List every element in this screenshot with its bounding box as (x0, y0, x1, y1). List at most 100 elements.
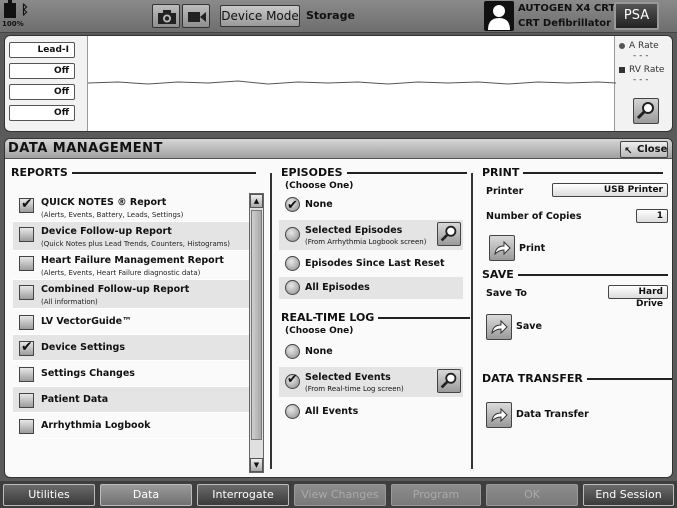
camera-icon (158, 10, 176, 24)
report-item-label: Arrhythmia Logbook (41, 420, 151, 431)
column-divider (471, 173, 473, 469)
reports-scrollbar[interactable]: ▲ ▼ (249, 193, 264, 473)
data-management-panel: DATA MANAGEMENT ↖ Close REPORTS QUICK NO… (4, 138, 673, 478)
report-item-label: Device Settings (41, 342, 126, 353)
device-mode-button[interactable]: Device Mode (220, 5, 300, 27)
utilities-button[interactable]: Utilities (3, 484, 95, 506)
a-rate-value: - - - (633, 51, 649, 61)
device-mode-status: Storage (306, 9, 355, 22)
lead-selector-3[interactable]: Off (9, 84, 75, 100)
rtlog-section-title: REAL-TIME LOG (281, 311, 471, 324)
device-model: AUTOGEN X4 CRT-D (518, 3, 627, 14)
radio-icon (285, 404, 300, 419)
lead-selector-1[interactable]: Lead-I (9, 42, 75, 58)
data-transfer-label[interactable]: Data Transfer (516, 409, 589, 420)
rtlog-option-selected[interactable]: Selected Events (From Real-time Log scre… (279, 367, 463, 397)
report-item[interactable]: LV VectorGuide™ (13, 309, 251, 335)
episodes-option-selected[interactable]: Selected Episodes (From Arrhythmia Logbo… (279, 220, 463, 250)
rtlog-option-all[interactable]: All Events (279, 401, 463, 423)
save-to-label: Save To (486, 288, 527, 299)
battery-percent: 100% (2, 20, 24, 28)
scroll-up-button[interactable]: ▲ (250, 194, 263, 208)
save-to-select[interactable]: Hard Drive (608, 285, 668, 309)
rv-rate-label: RV Rate (629, 65, 665, 75)
episodes-subtitle: (Choose One) (285, 181, 354, 191)
radio-selected-icon (285, 372, 300, 389)
column-divider (270, 173, 272, 469)
report-item-description: (All information) (41, 298, 98, 306)
panel-header: DATA MANAGEMENT ↖ Close (5, 139, 672, 159)
arrow-forward-icon (494, 240, 511, 256)
checkbox-icon[interactable] (19, 367, 34, 382)
program-button[interactable]: Program (391, 484, 481, 506)
checkbox-icon[interactable] (19, 393, 34, 408)
a-rate-label: A Rate (629, 41, 659, 51)
report-item[interactable]: Combined Follow-up Report (All informatio… (13, 280, 251, 309)
printer-select[interactable]: USB Printer (552, 183, 668, 197)
checkbox-icon[interactable] (19, 227, 34, 242)
camera-button[interactable] (152, 4, 180, 28)
episodes-option-all[interactable]: All Episodes (279, 277, 463, 299)
rv-rate-value: - - - (633, 75, 649, 85)
lead-selector-4[interactable]: Off (9, 105, 75, 121)
episodes-browse-button[interactable] (437, 222, 461, 246)
report-item-label: Device Follow-up Report (41, 226, 172, 237)
copies-field[interactable]: 1 (636, 209, 668, 223)
rtlog-option-none[interactable]: None (279, 341, 463, 363)
report-item-label: QUICK NOTES ® Report (41, 197, 167, 208)
view-changes-button[interactable]: View Changes (294, 484, 386, 506)
print-button[interactable] (489, 235, 515, 261)
episodes-section-title: EPISODES (281, 166, 467, 179)
magnifier-icon (440, 225, 457, 242)
report-item[interactable]: Arrhythmia Logbook (13, 413, 251, 439)
radio-icon (285, 256, 300, 271)
episodes-option-none[interactable]: None (279, 194, 463, 217)
close-label: Close (637, 144, 668, 155)
report-item[interactable]: QUICK NOTES ® Report (Alerts, Events, Bat… (13, 193, 251, 222)
ecg-zoom-button[interactable] (633, 98, 659, 124)
printer-label: Printer (486, 186, 524, 197)
top-status-bar: 100% ᛒ Device Mode Storage AUTOGEN X4 CR… (0, 0, 677, 33)
device-type: CRT Defibrillator (518, 18, 612, 29)
save-label[interactable]: Save (516, 321, 542, 332)
scroll-down-button[interactable]: ▼ (250, 458, 263, 472)
pointer-icon: ↖ (624, 146, 633, 157)
psa-button[interactable]: PSA (614, 2, 659, 30)
checkbox-icon[interactable] (19, 315, 34, 330)
episodes-option-since-last-reset[interactable]: Episodes Since Last Reset (279, 253, 463, 275)
checkbox-icon[interactable] (19, 419, 34, 434)
data-transfer-button[interactable] (486, 402, 512, 428)
report-item-label: LV VectorGuide™ (41, 316, 132, 327)
data-button[interactable]: Data (100, 484, 192, 506)
report-item[interactable]: Patient Data (13, 387, 251, 413)
report-item[interactable]: Settings Changes (13, 361, 251, 387)
radio-icon (285, 344, 300, 359)
print-section-title: PRINT (482, 166, 664, 179)
copies-label: Number of Copies (486, 211, 582, 222)
interrogate-button[interactable]: Interrogate (197, 484, 289, 506)
video-camera-icon (188, 12, 206, 22)
checkbox-icon[interactable] (19, 256, 34, 271)
checkbox-checked-icon[interactable] (19, 339, 34, 356)
report-item[interactable]: Device Follow-up Report (Quick Notes plus… (13, 222, 251, 251)
magnifier-icon (636, 102, 654, 120)
report-item[interactable]: Device Settings (13, 335, 251, 361)
ok-button[interactable]: OK (486, 484, 578, 506)
end-session-button[interactable]: End Session (583, 484, 674, 506)
lead-selectors: Lead-I Off Off Off (9, 42, 83, 126)
rtlog-browse-button[interactable] (437, 369, 461, 393)
report-item-label: Patient Data (41, 394, 109, 405)
save-section-title: SAVE (482, 268, 668, 281)
save-button[interactable] (486, 314, 512, 340)
magnifier-icon (440, 372, 457, 389)
scroll-thumb[interactable] (251, 210, 262, 440)
radio-icon (285, 280, 300, 295)
patient-icon (484, 1, 514, 31)
checkbox-icon[interactable] (19, 285, 34, 300)
close-button[interactable]: ↖ Close (620, 141, 668, 158)
lead-selector-2[interactable]: Off (9, 63, 75, 79)
report-item[interactable]: Heart Failure Management Report (Alerts, … (13, 251, 251, 280)
video-button[interactable] (182, 4, 210, 28)
print-label[interactable]: Print (519, 243, 545, 254)
checkbox-checked-icon[interactable] (19, 196, 34, 213)
